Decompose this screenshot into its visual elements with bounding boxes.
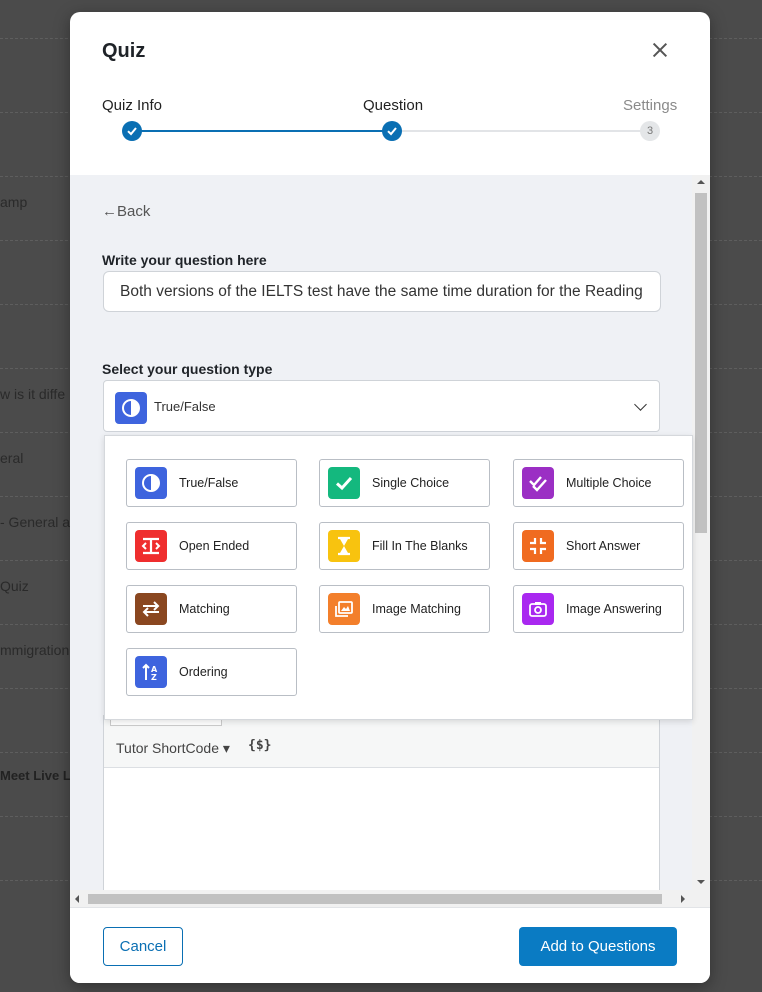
tutor-shortcode-dropdown[interactable]: Tutor ShortCode ▾: [116, 740, 230, 757]
bg-text: mmigration: [0, 642, 70, 658]
question-type-label: Select your question type: [102, 361, 273, 377]
type-option-label: Short Answer: [566, 539, 641, 553]
type-option-label: Single Choice: [372, 476, 450, 490]
type-option-label: Image Answering: [566, 602, 662, 616]
image-answering-icon: [522, 593, 554, 625]
modal-footer: Cancel Add to Questions: [70, 907, 710, 983]
bg-text: Quiz: [0, 578, 29, 594]
vertical-scrollbar[interactable]: [692, 175, 710, 907]
multiple-choice-icon: [522, 467, 554, 499]
type-option-multiple-choice[interactable]: Multiple Choice: [513, 459, 684, 507]
scroll-thumb[interactable]: [695, 193, 707, 533]
back-link[interactable]: ←Back: [102, 203, 150, 220]
short-answer-icon: [522, 530, 554, 562]
question-input[interactable]: Both versions of the IELTS test have the…: [103, 271, 661, 312]
matching-icon: [135, 593, 167, 625]
bg-text: eral: [0, 450, 24, 466]
step-question: Question: [363, 97, 424, 114]
scroll-right-icon[interactable]: [681, 895, 685, 903]
question-type-select[interactable]: True/False: [103, 380, 660, 432]
shortcode-icon[interactable]: {$}: [248, 738, 271, 753]
bg-text: Meet Live L: [0, 768, 71, 783]
question-label: Write your question here: [102, 252, 267, 268]
type-option-label: Open Ended: [179, 539, 250, 553]
quiz-modal: Quiz Quiz Info Question Settings 3 ←Back…: [70, 12, 710, 983]
editor-toolbar: Tutor ShortCode ▾ {$}: [104, 716, 659, 768]
horizontal-scrollbar[interactable]: [70, 890, 692, 907]
add-to-questions-button[interactable]: Add to Questions: [519, 927, 677, 966]
fill-blanks-icon: [328, 530, 360, 562]
single-choice-icon: [328, 467, 360, 499]
type-option-label: Multiple Choice: [566, 476, 652, 490]
answer-editor[interactable]: Tutor ShortCode ▾ {$}: [103, 715, 660, 907]
ordering-icon: AZ: [135, 656, 167, 688]
scroll-down-icon[interactable]: [697, 880, 705, 884]
type-option-short-answer[interactable]: Short Answer: [513, 522, 684, 570]
modal-content: ←Back Write your question here Both vers…: [70, 175, 710, 907]
type-option-image-answering[interactable]: Image Answering: [513, 585, 684, 633]
chevron-down-icon: [634, 398, 647, 411]
bg-text: - General a: [0, 514, 71, 530]
step-remaining-line: [392, 130, 650, 132]
open-ended-icon: [135, 530, 167, 562]
cancel-button[interactable]: Cancel: [103, 927, 183, 966]
type-option-true-false[interactable]: True/False: [126, 459, 297, 507]
bg-text: amp: [0, 194, 28, 210]
check-icon: [382, 121, 402, 141]
selected-type-label: True/False: [154, 399, 216, 414]
type-option-label: Ordering: [179, 665, 228, 679]
type-option-label: True/False: [179, 476, 239, 490]
type-option-label: Fill In The Blanks: [372, 539, 468, 553]
step-number-badge: 3: [640, 121, 660, 141]
step-quiz-info: Quiz Info: [102, 97, 163, 114]
step-progress-line: [132, 130, 392, 132]
modal-title: Quiz: [102, 40, 146, 62]
scroll-thumb[interactable]: [88, 894, 662, 904]
type-option-fill-blanks[interactable]: Fill In The Blanks: [319, 522, 490, 570]
type-option-image-matching[interactable]: Image Matching: [319, 585, 490, 633]
close-icon[interactable]: [648, 38, 672, 62]
image-matching-icon: [328, 593, 360, 625]
type-option-label: Image Matching: [372, 602, 461, 616]
bg-text: w is it diffe: [0, 386, 66, 402]
question-type-menu: True/False Single Choice Multiple Choice: [104, 435, 693, 720]
svg-text:Z: Z: [151, 673, 157, 682]
check-icon: [122, 121, 142, 141]
true-false-icon: [115, 392, 147, 424]
type-option-open-ended[interactable]: Open Ended: [126, 522, 297, 570]
true-false-icon: [135, 467, 167, 499]
type-option-label: Matching: [179, 602, 230, 616]
step-settings: Settings: [623, 97, 678, 114]
scroll-left-icon[interactable]: [75, 895, 79, 903]
type-option-single-choice[interactable]: Single Choice: [319, 459, 490, 507]
scroll-up-icon[interactable]: [697, 180, 705, 184]
type-option-matching[interactable]: Matching: [126, 585, 297, 633]
type-option-ordering[interactable]: AZ Ordering: [126, 648, 297, 696]
